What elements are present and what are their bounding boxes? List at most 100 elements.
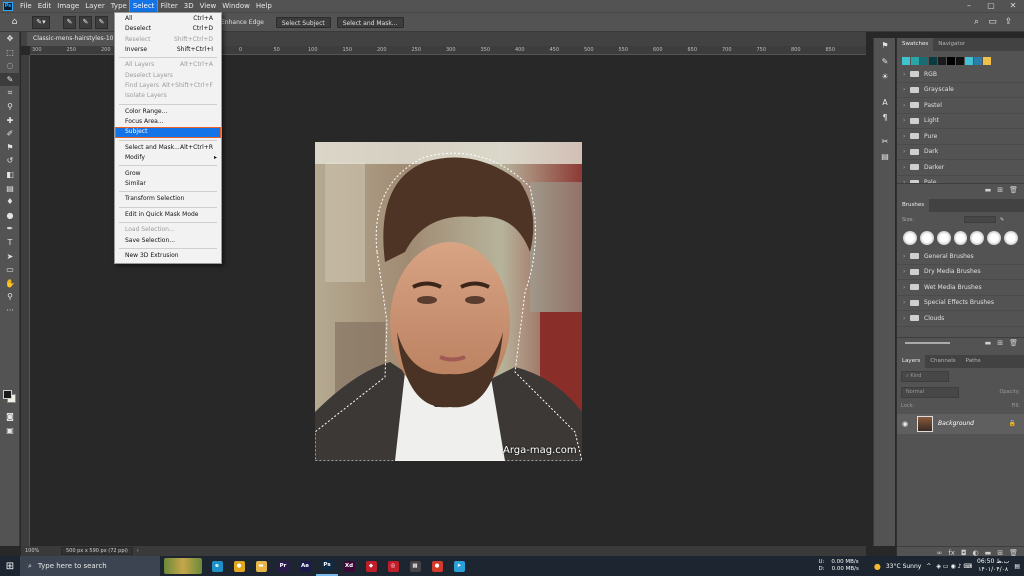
layer-kind-filter[interactable]: ⌕ Kind	[901, 370, 949, 382]
menu-filter[interactable]: Filter	[157, 0, 180, 12]
folder-row[interactable]: › Clouds	[897, 311, 1024, 327]
tray-icons[interactable]: ◈ ▭ ◉ ♪ ⌨	[936, 563, 972, 570]
tab-navigator[interactable]: Navigator	[933, 38, 970, 51]
folder-icon[interactable]: ▬	[985, 339, 992, 347]
menu-item-reselect[interactable]: Reselect Shift+Ctrl+D	[115, 35, 221, 45]
home-icon[interactable]: ⌂	[8, 16, 21, 29]
folder-row[interactable]: › RGB	[897, 67, 1024, 83]
maximize-icon[interactable]: ▢	[980, 0, 1002, 12]
brush-settings-icon[interactable]: ✎	[874, 54, 896, 70]
xd-icon[interactable]: Xd	[338, 556, 360, 576]
brush-size-field[interactable]	[963, 216, 996, 223]
move-tool-icon[interactable]: ✥	[0, 32, 20, 46]
chevron-right-icon[interactable]: ›	[903, 315, 910, 322]
menu-item-focus-area[interactable]: Focus Area...	[115, 117, 221, 127]
folder-row[interactable]: › Pale	[897, 176, 1024, 183]
record-app-icon[interactable]: ●	[426, 556, 448, 576]
menu-file[interactable]: File	[17, 0, 35, 12]
chevron-right-icon[interactable]: ›	[903, 102, 910, 109]
menu-item-edit-in-quick-mask-mode[interactable]: Edit in Quick Mask Mode	[115, 210, 221, 220]
menu-item-all[interactable]: All Ctrl+A	[115, 14, 221, 24]
after-effects-icon[interactable]: Ae	[294, 556, 316, 576]
layer-row-background[interactable]: ◉ Background 🔒	[897, 413, 1024, 434]
eraser-tool-icon[interactable]: ◧	[0, 168, 20, 182]
add-selection-icon[interactable]: ✎	[79, 15, 92, 29]
folder-row[interactable]: › Darker	[897, 160, 1024, 176]
color-swatch[interactable]	[938, 57, 946, 65]
menu-item-load-selection[interactable]: Load Selection...	[115, 225, 221, 235]
trash-icon[interactable]: 🗑	[1009, 186, 1018, 194]
chevron-right-icon[interactable]: ›	[903, 86, 910, 93]
folder-icon[interactable]: ▬	[985, 186, 992, 194]
chevron-right-icon[interactable]: ›	[903, 148, 910, 155]
new-swatch-icon[interactable]: ⊞	[997, 186, 1003, 194]
brush-tip[interactable]	[936, 231, 951, 245]
folder-row[interactable]: › General Brushes	[897, 249, 1024, 265]
history-brush-icon[interactable]: ↺	[0, 154, 20, 168]
trash-icon[interactable]: 🗑	[1009, 339, 1018, 347]
screen-mode-icon[interactable]: ▣	[0, 424, 20, 438]
folder-row[interactable]: › Pure	[897, 129, 1024, 145]
history-panel-icon[interactable]: ⚑	[874, 38, 896, 54]
menu-item-select-and-mask[interactable]: Select and Mask... Alt+Ctrl+R	[115, 143, 221, 153]
color-swatch[interactable]	[911, 57, 919, 65]
portrait-photo[interactable]	[315, 142, 582, 461]
menu-type[interactable]: Type	[108, 0, 130, 12]
color-swatch[interactable]	[947, 57, 955, 65]
share-icon[interactable]: ⇪	[1002, 16, 1015, 29]
photoshop-icon[interactable]: Ps	[316, 556, 338, 576]
dodge-tool-icon[interactable]: ●	[0, 209, 20, 223]
blend-mode-select[interactable]: Normal	[901, 386, 959, 398]
color-swatch[interactable]	[929, 57, 937, 65]
chrome-icon[interactable]: ●	[228, 556, 250, 576]
cortana-image[interactable]	[160, 556, 206, 576]
layer-name[interactable]: Background	[938, 420, 974, 427]
color-swatch[interactable]	[902, 57, 910, 65]
brush-tip[interactable]	[953, 231, 968, 245]
premiere-icon[interactable]: Pr	[272, 556, 294, 576]
quick-mask-icon[interactable]: ◙	[0, 410, 20, 424]
workspace-icon[interactable]: ▭	[986, 16, 999, 29]
select-and-mask-button[interactable]: Select and Mask...	[336, 16, 404, 28]
brush-preview-slider[interactable]	[905, 342, 950, 344]
hand-tool-icon[interactable]: ✋	[0, 277, 20, 291]
select-subject-button[interactable]: Select Subject	[275, 16, 331, 28]
menu-item-subject[interactable]: Subject	[115, 127, 221, 138]
brush-tip[interactable]	[970, 231, 985, 245]
folder-row[interactable]: › Dry Media Brushes	[897, 265, 1024, 280]
close-icon[interactable]: ✕	[1002, 0, 1024, 12]
red-app-icon[interactable]: ◎	[382, 556, 404, 576]
edge-icon[interactable]: e	[206, 556, 228, 576]
type-tool-icon[interactable]: T	[0, 236, 20, 250]
chevron-right-icon[interactable]: ›	[903, 117, 910, 124]
color-swatch[interactable]	[983, 57, 991, 65]
menu-item-modify[interactable]: Modify ▸	[115, 153, 221, 163]
eyedropper-tool-icon[interactable]: ⚲	[0, 100, 20, 114]
tab-swatches[interactable]: Swatches	[897, 38, 934, 51]
zoom-level[interactable]: 100%	[21, 548, 61, 554]
chevron-right-icon[interactable]: ›	[903, 179, 910, 183]
menu-view[interactable]: View	[197, 0, 220, 12]
shield-app-icon[interactable]: ◆	[360, 556, 382, 576]
healing-brush-icon[interactable]: ✚	[0, 114, 20, 128]
clock[interactable]: 06:50 ب.ظ ۱۴۰۱/۰۴/۰۸	[977, 558, 1009, 574]
brush-tip[interactable]	[919, 231, 934, 245]
color-swatch[interactable]	[920, 57, 928, 65]
tab-brushes[interactable]: Brushes	[897, 199, 930, 212]
properties-icon[interactable]: ▤	[874, 149, 896, 165]
more-tools-icon[interactable]: ···	[0, 304, 20, 318]
chevron-right-icon[interactable]: ›	[903, 299, 910, 306]
crop-tool-icon[interactable]: ⌗	[0, 86, 20, 100]
menu-item-grow[interactable]: Grow	[115, 169, 221, 179]
folder-row[interactable]: › Light	[897, 114, 1024, 129]
windows-start-icon[interactable]: ⊞	[0, 561, 20, 572]
menu-help[interactable]: Help	[253, 0, 275, 12]
folder-row[interactable]: › Wet Media Brushes	[897, 280, 1024, 296]
tab-channels[interactable]: Channels	[925, 355, 960, 368]
menu-edit[interactable]: Edit	[35, 0, 55, 12]
tool-preset-icon[interactable]: ✎▾	[32, 15, 50, 29]
document-size[interactable]: 500 px x 590 px (72 ppi)	[61, 547, 133, 555]
path-selection-icon[interactable]: ➤	[0, 250, 20, 264]
brush-tool-icon[interactable]: ✐	[0, 127, 20, 141]
marquee-tool-icon[interactable]: ⬚	[0, 46, 20, 60]
